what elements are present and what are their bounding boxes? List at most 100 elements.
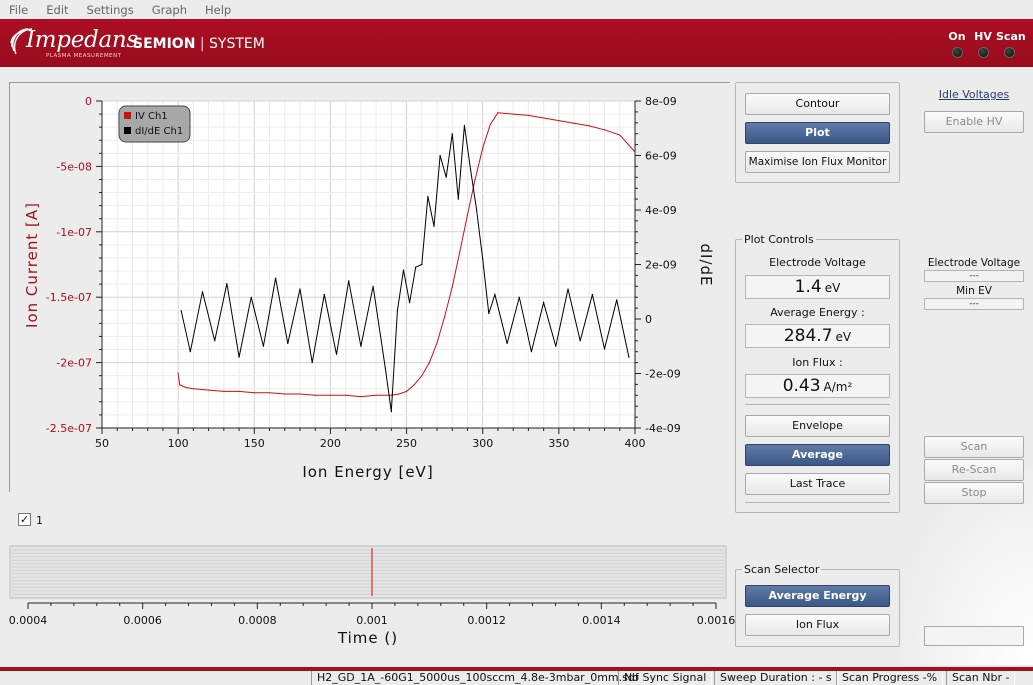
- plot-area: [101, 100, 636, 429]
- scan-selector-group: Scan Selector Average Energy Ion Flux: [735, 563, 900, 647]
- status-lamp-hv: HV: [970, 30, 996, 58]
- point-iv: [413, 384, 415, 386]
- plot-button[interactable]: Plot: [745, 122, 890, 144]
- average-button[interactable]: Average: [745, 444, 890, 466]
- point-didE: [482, 258, 484, 260]
- point-didE: [402, 269, 405, 271]
- menu-bar: File Edit Settings Graph Help: [0, 0, 1033, 19]
- point-iv: [512, 113, 514, 115]
- point-didE: [189, 351, 191, 353]
- point-iv: [489, 123, 491, 126]
- point-iv: [360, 396, 362, 398]
- timeline-plot[interactable]: 0.0004 0.0006 0.0008 0.001 0.0012 0.0014 0.001…: [0, 540, 735, 655]
- idle-electrode-voltage-label: Electrode Voltage: [927, 257, 1021, 269]
- point-didE: [591, 293, 593, 296]
- point-didE: [476, 209, 478, 211]
- brand-header: Impedans PLASMA MEASUREMENT SEMION | SYS…: [0, 19, 1033, 67]
- point-didE: [579, 340, 581, 342]
- point-didE: [463, 124, 466, 127]
- point-iv: [543, 117, 545, 119]
- scan-progress-bar: [924, 626, 1024, 646]
- y2-tick-label: 2e-09: [645, 259, 677, 272]
- timeline-tick-label: 0.0006: [123, 614, 162, 627]
- last-trace-button[interactable]: Last Trace: [745, 473, 890, 495]
- y-tick-label: -2e-07: [56, 357, 92, 370]
- point-iv: [634, 151, 636, 153]
- point-iv: [253, 392, 255, 394]
- ion-energy-plot-frame[interactable]: 50 100 150 200 250 300 350 400 0 -5e-08 -1e-07 -1.5…: [9, 82, 730, 492]
- x-tick-label: 200: [320, 437, 341, 450]
- point-didE: [372, 285, 374, 287]
- point-iv: [527, 114, 530, 116]
- y-tick-label: -2.5e-07: [46, 422, 92, 435]
- timeline-checkbox[interactable]: ✓: [18, 513, 31, 526]
- point-iv: [238, 390, 240, 392]
- rescan-button[interactable]: Re-Scan: [924, 459, 1024, 481]
- point-didE: [506, 342, 508, 345]
- scan-button[interactable]: Scan: [924, 436, 1024, 458]
- point-iv: [558, 120, 560, 122]
- point-didE: [180, 310, 182, 312]
- point-didE: [250, 296, 252, 298]
- menu-help[interactable]: Help: [196, 3, 240, 17]
- point-iv: [405, 390, 408, 392]
- timeline-tick-label: 0.0008: [238, 614, 277, 627]
- y-tick-label: -1.5e-07: [46, 291, 92, 304]
- point-iv: [268, 392, 271, 394]
- point-iv: [619, 134, 621, 136]
- point-iv: [573, 122, 575, 124]
- point-didE: [494, 293, 496, 296]
- status-lamp-on: On: [944, 30, 970, 58]
- point-didE: [488, 312, 490, 315]
- point-didE: [348, 280, 350, 282]
- ion-energy-plot[interactable]: 50 100 150 200 250 300 350 400 0 -5e-08 -1e-07 -1.5…: [10, 83, 731, 493]
- plot-controls-title: Plot Controls: [742, 233, 816, 246]
- point-iv: [284, 393, 286, 395]
- point-didE: [396, 310, 399, 312]
- point-iv: [421, 375, 423, 377]
- point-didE: [287, 342, 289, 345]
- plot-controls-separator: [745, 404, 890, 405]
- menu-edit[interactable]: Edit: [37, 3, 77, 17]
- point-iv: [375, 394, 377, 396]
- menu-file[interactable]: File: [0, 3, 37, 17]
- idle-voltages-link[interactable]: Idle Voltages: [924, 88, 1024, 101]
- point-iv: [185, 386, 187, 389]
- point-iv: [603, 129, 606, 131]
- point-iv: [436, 342, 438, 344]
- on-led-icon: [951, 47, 963, 58]
- point-iv: [459, 250, 461, 253]
- point-didE: [469, 168, 472, 170]
- x-tick-label: 50: [95, 437, 109, 450]
- x-tick-label: 400: [625, 437, 646, 450]
- maximise-ion-flux-monitor-button[interactable]: Maximise Ion Flux Monitor: [745, 151, 890, 173]
- y2-tick-label: 6e-09: [645, 150, 677, 163]
- y2-tick-label: 4e-09: [645, 204, 677, 217]
- x-axis-title: Ion Energy [eV]: [302, 463, 433, 481]
- y-tick-label: -1e-07: [56, 226, 92, 239]
- point-didE: [421, 263, 423, 266]
- status-lamp-scan: Scan: [996, 30, 1026, 58]
- menu-graph[interactable]: Graph: [143, 3, 196, 17]
- stop-button[interactable]: Stop: [924, 482, 1024, 504]
- envelope-button[interactable]: Envelope: [745, 415, 890, 437]
- min-ev-value: ---: [924, 298, 1024, 310]
- legend-swatch-didE: [124, 127, 131, 134]
- point-iv: [179, 384, 181, 386]
- point-didE: [518, 296, 520, 298]
- point-didE: [415, 266, 417, 268]
- point-iv: [497, 112, 499, 114]
- electrode-voltage-label: Electrode Voltage: [769, 256, 866, 269]
- point-iv: [329, 394, 332, 396]
- timeline-tick-label: 0.0014: [582, 614, 621, 627]
- scan-ion-flux-button[interactable]: Ion Flux: [745, 614, 890, 636]
- average-energy-readout: 284.7 eV: [745, 324, 890, 348]
- enable-hv-button[interactable]: Enable HV: [924, 111, 1024, 133]
- timeline-tick-label: 0.001: [356, 614, 388, 627]
- contour-button[interactable]: Contour: [745, 93, 890, 115]
- scan-average-energy-button[interactable]: Average Energy: [745, 585, 890, 607]
- menu-settings[interactable]: Settings: [78, 3, 143, 17]
- plot-legend: IV Ch1 dI/dE Ch1: [118, 105, 191, 143]
- point-didE: [214, 340, 216, 342]
- x-tick-label: 350: [548, 437, 569, 450]
